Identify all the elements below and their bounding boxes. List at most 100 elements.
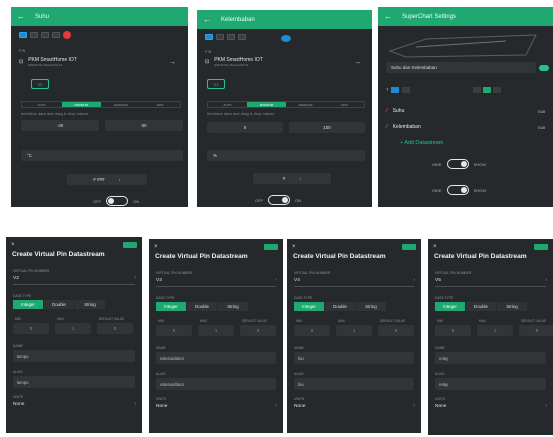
default-field[interactable]: 0 — [97, 323, 133, 334]
range-button-active[interactable] — [391, 87, 400, 93]
line-style-icon[interactable] — [41, 32, 49, 38]
data-type-segments[interactable]: Integer Double String — [156, 302, 248, 311]
toggle-switch[interactable] — [446, 185, 469, 195]
alias-field[interactable]: fan — [294, 378, 414, 390]
alias-field[interactable]: relay — [435, 378, 546, 390]
unit-field[interactable]: % — [207, 150, 365, 161]
device-selector[interactable]: ⊡ PKM SmartHome IOT ESP32 Dev Board (Wi-F… — [19, 57, 188, 67]
range-fields[interactable]: 0 1 0 — [294, 325, 414, 336]
default-field[interactable]: 0 — [378, 325, 414, 336]
toggle-switch[interactable] — [268, 195, 290, 205]
datastream-row-kelembaban[interactable]: ⁄⁄ Kelembaban Edit — [386, 124, 545, 130]
data-type-segments[interactable]: Integer Double String — [294, 302, 386, 311]
back-arrow-icon[interactable]: ← — [384, 12, 392, 21]
segment-auto[interactable]: AUTO — [22, 102, 62, 107]
segment-average[interactable]: AVERAGE — [101, 102, 141, 107]
chart-style-icon[interactable] — [19, 32, 27, 38]
type-double[interactable]: Double — [466, 302, 496, 311]
type-integer[interactable]: Integer — [156, 302, 186, 311]
name-field[interactable]: relay — [435, 352, 546, 364]
max-field[interactable]: 1 — [198, 325, 234, 336]
pin-selector[interactable]: V0 — [31, 79, 49, 89]
range-fields[interactable]: 0 1 0 — [156, 325, 276, 336]
toggle-switch[interactable] — [106, 196, 128, 206]
segment-minimum[interactable]: MINIMUM — [247, 102, 286, 107]
units-value[interactable]: None — [294, 404, 305, 409]
create-button[interactable] — [402, 243, 416, 250]
back-arrow-icon[interactable]: ← — [203, 15, 211, 24]
view-option-active[interactable] — [483, 87, 491, 93]
segment-minimum[interactable]: MINIMUM — [61, 102, 101, 107]
create-button[interactable] — [123, 241, 137, 248]
segment-max[interactable]: MAX — [141, 102, 181, 107]
name-field[interactable]: solenoiddoor — [156, 352, 276, 364]
alias-field[interactable]: lampu — [13, 376, 135, 388]
data-type-segments[interactable]: Integer Double String — [435, 302, 527, 311]
max-field[interactable]: 80 — [105, 120, 183, 131]
area-style-icon[interactable] — [30, 32, 38, 38]
line-style-icon[interactable] — [227, 34, 235, 40]
edit-link[interactable]: Edit — [538, 109, 545, 114]
type-integer[interactable]: Integer — [294, 302, 324, 311]
type-string[interactable]: String — [497, 302, 527, 311]
type-string[interactable]: String — [75, 300, 105, 309]
name-field[interactable]: lampu — [13, 350, 135, 362]
interpolation-toggle[interactable]: OFF ON — [255, 195, 301, 205]
decimal-selector[interactable]: # ↓ — [253, 173, 331, 184]
view-option[interactable] — [493, 87, 501, 93]
range-fields[interactable]: 0 1 0 — [13, 323, 133, 334]
edit-link[interactable]: Edit — [538, 125, 545, 130]
default-field[interactable]: 0 — [240, 325, 276, 336]
legend-toggle[interactable]: HIDE SHOW — [432, 159, 486, 169]
pin-value[interactable]: V2 — [13, 276, 19, 281]
decimal-selector[interactable]: # ### ↓ — [67, 174, 147, 185]
type-string[interactable]: String — [218, 302, 248, 311]
min-field[interactable]: 0 — [435, 325, 471, 336]
area-style-icon[interactable] — [216, 34, 224, 40]
min-field[interactable]: 0 — [13, 323, 49, 334]
segment-max[interactable]: MAX — [325, 102, 364, 107]
unit-field[interactable]: °C — [21, 150, 183, 161]
pin-value[interactable]: V5 — [435, 278, 441, 283]
range-button[interactable] — [402, 87, 411, 93]
segment-average[interactable]: AVERAGE — [286, 102, 325, 107]
max-field[interactable]: 1 — [336, 325, 372, 336]
data-type-segments[interactable]: Integer Double String — [13, 300, 105, 309]
type-string[interactable]: String — [356, 302, 386, 311]
device-selector[interactable]: ⊡ PKM SmartHome IOT ESP32 Dev Board (Wi-F… — [205, 57, 372, 67]
max-field[interactable]: 1 — [55, 323, 91, 334]
bar-style-icon[interactable] — [238, 34, 246, 40]
pin-selector[interactable]: V1 — [207, 79, 225, 89]
arrow-right-icon[interactable]: → — [169, 59, 188, 66]
min-field[interactable]: 0 — [294, 325, 330, 336]
style-icons[interactable] — [19, 31, 188, 39]
create-button[interactable] — [534, 243, 548, 250]
interpolation-toggle[interactable]: OFF ON — [93, 196, 139, 206]
pin-value[interactable]: V3 — [156, 278, 162, 283]
name-field[interactable]: fan — [294, 352, 414, 364]
type-integer[interactable]: Integer — [435, 302, 465, 311]
add-datastream-button[interactable]: + Add Datastream — [400, 140, 553, 146]
units-value[interactable]: None — [156, 404, 167, 409]
bar-style-icon[interactable] — [52, 32, 60, 38]
aggregation-segments[interactable]: AUTO MINIMUM AVERAGE MAX — [21, 101, 181, 108]
chart-name-field[interactable]: Suhu dan Kelembaban — [386, 62, 536, 73]
view-toggle[interactable] — [473, 87, 553, 93]
aggregation-segments[interactable]: AUTO MINIMUM AVERAGE MAX — [207, 101, 365, 108]
default-field[interactable]: 0 — [519, 325, 553, 336]
max-field[interactable]: 100 — [289, 122, 365, 133]
color-swatch[interactable] — [281, 35, 291, 42]
create-button[interactable] — [264, 243, 278, 250]
type-double[interactable]: Double — [187, 302, 217, 311]
units-value[interactable]: None — [435, 404, 446, 409]
close-icon[interactable]: × — [433, 244, 437, 250]
toggle-switch[interactable] — [446, 159, 469, 169]
chart-color-swatch[interactable] — [539, 65, 549, 71]
units-value[interactable]: None — [13, 402, 24, 407]
chart-style-icon[interactable] — [205, 34, 213, 40]
type-integer[interactable]: Integer — [13, 300, 43, 309]
close-icon[interactable]: × — [154, 244, 158, 250]
view-option[interactable] — [473, 87, 481, 93]
pin-value[interactable]: V4 — [294, 278, 300, 283]
color-swatch[interactable] — [63, 31, 71, 39]
